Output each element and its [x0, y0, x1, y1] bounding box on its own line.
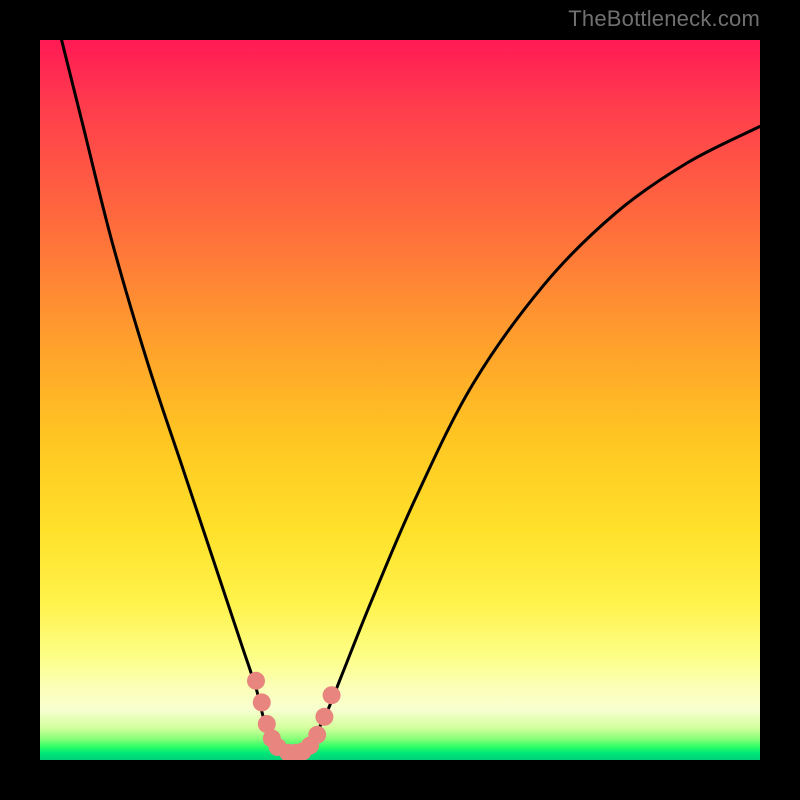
watermark-text: TheBottleneck.com	[568, 6, 760, 32]
gradient-background	[40, 40, 760, 760]
chart-frame: TheBottleneck.com	[0, 0, 800, 800]
plot-area	[40, 40, 760, 760]
